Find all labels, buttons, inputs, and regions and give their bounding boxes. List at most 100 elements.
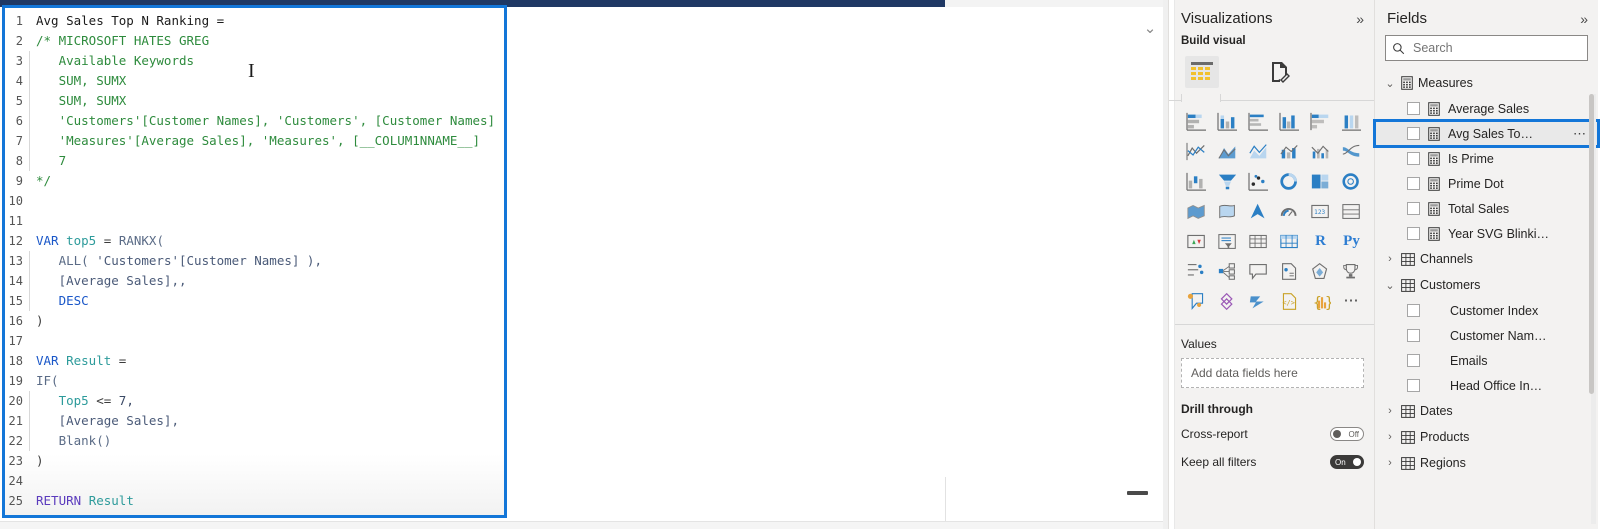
field-checkbox[interactable]	[1407, 127, 1420, 140]
code-line[interactable]: 15 DESC	[5, 291, 504, 311]
line-and-stacked-column-chart-icon[interactable]	[1274, 136, 1305, 166]
fields-group-measures[interactable]: ⌄ Measures	[1375, 70, 1598, 96]
code-line[interactable]: 2 /* MICROSOFT HATES GREG	[5, 31, 504, 51]
zebra-bi-icon[interactable]	[1243, 286, 1274, 316]
code-line[interactable]: 9 */	[5, 171, 504, 191]
multi-row-card-icon[interactable]	[1336, 196, 1367, 226]
field-checkbox[interactable]	[1407, 102, 1420, 115]
report-canvas[interactable]: ⌄	[507, 7, 1168, 529]
field-checkbox[interactable]	[1407, 202, 1420, 215]
r-script-visual-icon[interactable]: R	[1305, 226, 1336, 256]
python-visual-icon[interactable]: Py	[1336, 226, 1367, 256]
code-line[interactable]: 16)	[5, 311, 504, 331]
dax-code-area[interactable]: 1 Avg Sales Top N Ranking = 2 /* MICROSOFT …	[5, 8, 504, 515]
stacked-area-chart-icon[interactable]	[1243, 136, 1274, 166]
code-line[interactable]: 25 RETURN Result	[5, 491, 504, 511]
field-item[interactable]: Customer Nam…	[1375, 323, 1598, 348]
field-item[interactable]: Head Office In…	[1375, 373, 1598, 398]
sparkline-icon[interactable]: {}	[1305, 286, 1336, 316]
format-visual-tab[interactable]	[1263, 56, 1297, 88]
line-chart-icon[interactable]	[1181, 136, 1212, 166]
paginated-report-icon[interactable]	[1274, 256, 1305, 286]
code-line[interactable]: 19 IF(	[5, 371, 504, 391]
fields-search-box[interactable]	[1385, 35, 1588, 61]
field-checkbox[interactable]	[1407, 329, 1420, 342]
code-line[interactable]: 18 VAR Result =	[5, 351, 504, 371]
fields-group-regions[interactable]: › Regions	[1375, 450, 1598, 476]
field-item[interactable]: Average Sales	[1375, 96, 1598, 121]
more-visuals-ellipsis-icon[interactable]: ⋯	[1336, 286, 1367, 316]
field-checkbox[interactable]	[1407, 177, 1420, 190]
pie-chart-icon[interactable]	[1274, 166, 1305, 196]
fields-search-input[interactable]	[1411, 40, 1581, 56]
power-apps-icon[interactable]	[1305, 256, 1336, 286]
expand-visualizations-pane-icon[interactable]: »	[1356, 12, 1364, 26]
gauge-chart-icon[interactable]	[1274, 196, 1305, 226]
code-line[interactable]: 22 Blank()	[5, 431, 504, 451]
key-influencers-icon[interactable]	[1212, 256, 1243, 286]
code-line[interactable]: 1 Avg Sales Top N Ranking =	[5, 11, 504, 31]
field-item[interactable]: Total Sales	[1375, 196, 1598, 221]
filled-map-icon[interactable]	[1212, 196, 1243, 226]
code-line[interactable]: 17	[5, 331, 504, 351]
dax-formula-editor[interactable]: 1 Avg Sales Top N Ranking = 2 /* MICROSOFT …	[2, 5, 507, 518]
code-line[interactable]: 5 SUM, SUMX	[5, 91, 504, 111]
code-line[interactable]: 13 ALL( 'Customers'[Customer Names] ),	[5, 251, 504, 271]
chevron-down-icon[interactable]: ⌄	[1384, 77, 1396, 90]
azure-map-icon[interactable]	[1243, 196, 1274, 226]
treemap-icon[interactable]	[1305, 166, 1336, 196]
ribbon-chart-icon[interactable]	[1336, 136, 1367, 166]
field-checkbox[interactable]	[1407, 379, 1420, 392]
field-checkbox[interactable]	[1407, 304, 1420, 317]
cross-report-toggle[interactable]: Off	[1330, 427, 1364, 441]
smart-narrative-icon[interactable]	[1243, 256, 1274, 286]
field-item[interactable]: Is Prime	[1375, 146, 1598, 171]
line-and-clustered-column-chart-icon[interactable]	[1305, 136, 1336, 166]
donut-chart-icon[interactable]	[1336, 166, 1367, 196]
code-line[interactable]: 20 Top5 <= 7,	[5, 391, 504, 411]
fields-scrollbar-track[interactable]	[1589, 94, 1596, 524]
matrix-icon[interactable]	[1274, 226, 1305, 256]
funnel-chart-icon[interactable]	[1212, 166, 1243, 196]
values-dropzone[interactable]: Add data fields here	[1181, 358, 1364, 388]
scatter-chart-icon[interactable]	[1243, 166, 1274, 196]
stacked-column-chart-icon[interactable]	[1212, 106, 1243, 136]
field-checkbox[interactable]	[1407, 354, 1420, 367]
keep-all-filters-toggle[interactable]: On	[1330, 455, 1364, 469]
field-item[interactable]: Prime Dot	[1375, 171, 1598, 196]
collapse-dash-icon[interactable]	[1127, 491, 1148, 495]
code-line[interactable]: 21 [Average Sales],	[5, 411, 504, 431]
html-content-icon[interactable]: </>	[1274, 286, 1305, 316]
field-checkbox[interactable]	[1407, 227, 1420, 240]
expand-fields-pane-icon[interactable]: »	[1580, 12, 1588, 26]
map-icon[interactable]	[1181, 196, 1212, 226]
fields-scrollbar-thumb[interactable]	[1589, 94, 1594, 394]
chevron-right-icon[interactable]: ›	[1384, 431, 1396, 443]
field-item[interactable]: Year SVG Blinki…	[1375, 221, 1598, 246]
code-line[interactable]: 6 'Customers'[Customer Names], 'Customer…	[5, 111, 504, 131]
code-line[interactable]: 14 [Average Sales],,	[5, 271, 504, 291]
waterfall-chart-icon[interactable]	[1181, 166, 1212, 196]
code-line[interactable]: 24	[5, 471, 504, 491]
decomposition-tree-icon[interactable]	[1181, 256, 1212, 286]
code-line[interactable]: 23)	[5, 451, 504, 471]
hundred-percent-stacked-bar-chart-icon[interactable]	[1305, 106, 1336, 136]
hundred-percent-stacked-column-chart-icon[interactable]	[1336, 106, 1367, 136]
chevron-right-icon[interactable]: ›	[1384, 405, 1396, 417]
field-item[interactable]: Emails	[1375, 348, 1598, 373]
table-icon[interactable]	[1243, 226, 1274, 256]
area-chart-icon[interactable]	[1212, 136, 1243, 166]
fields-group-customers[interactable]: ⌄ Customers	[1375, 272, 1598, 298]
kpi-icon[interactable]	[1181, 226, 1212, 256]
more-visuals-ellipsis-icon[interactable]: ⋯	[1344, 293, 1360, 308]
code-line[interactable]: 11	[5, 211, 504, 231]
stacked-bar-chart-icon[interactable]	[1181, 106, 1212, 136]
power-automate-icon[interactable]	[1212, 286, 1243, 316]
field-item[interactable]: Avg Sales To… ⋯	[1373, 119, 1600, 148]
chevron-right-icon[interactable]: ›	[1384, 457, 1396, 469]
clustered-bar-chart-icon[interactable]	[1243, 106, 1274, 136]
card-icon[interactable]: 123	[1305, 196, 1336, 226]
field-more-options-icon[interactable]: ⋯	[1573, 127, 1586, 140]
code-line[interactable]: 12 VAR top5 = RANKX(	[5, 231, 504, 251]
fields-group-dates[interactable]: › Dates	[1375, 398, 1598, 424]
